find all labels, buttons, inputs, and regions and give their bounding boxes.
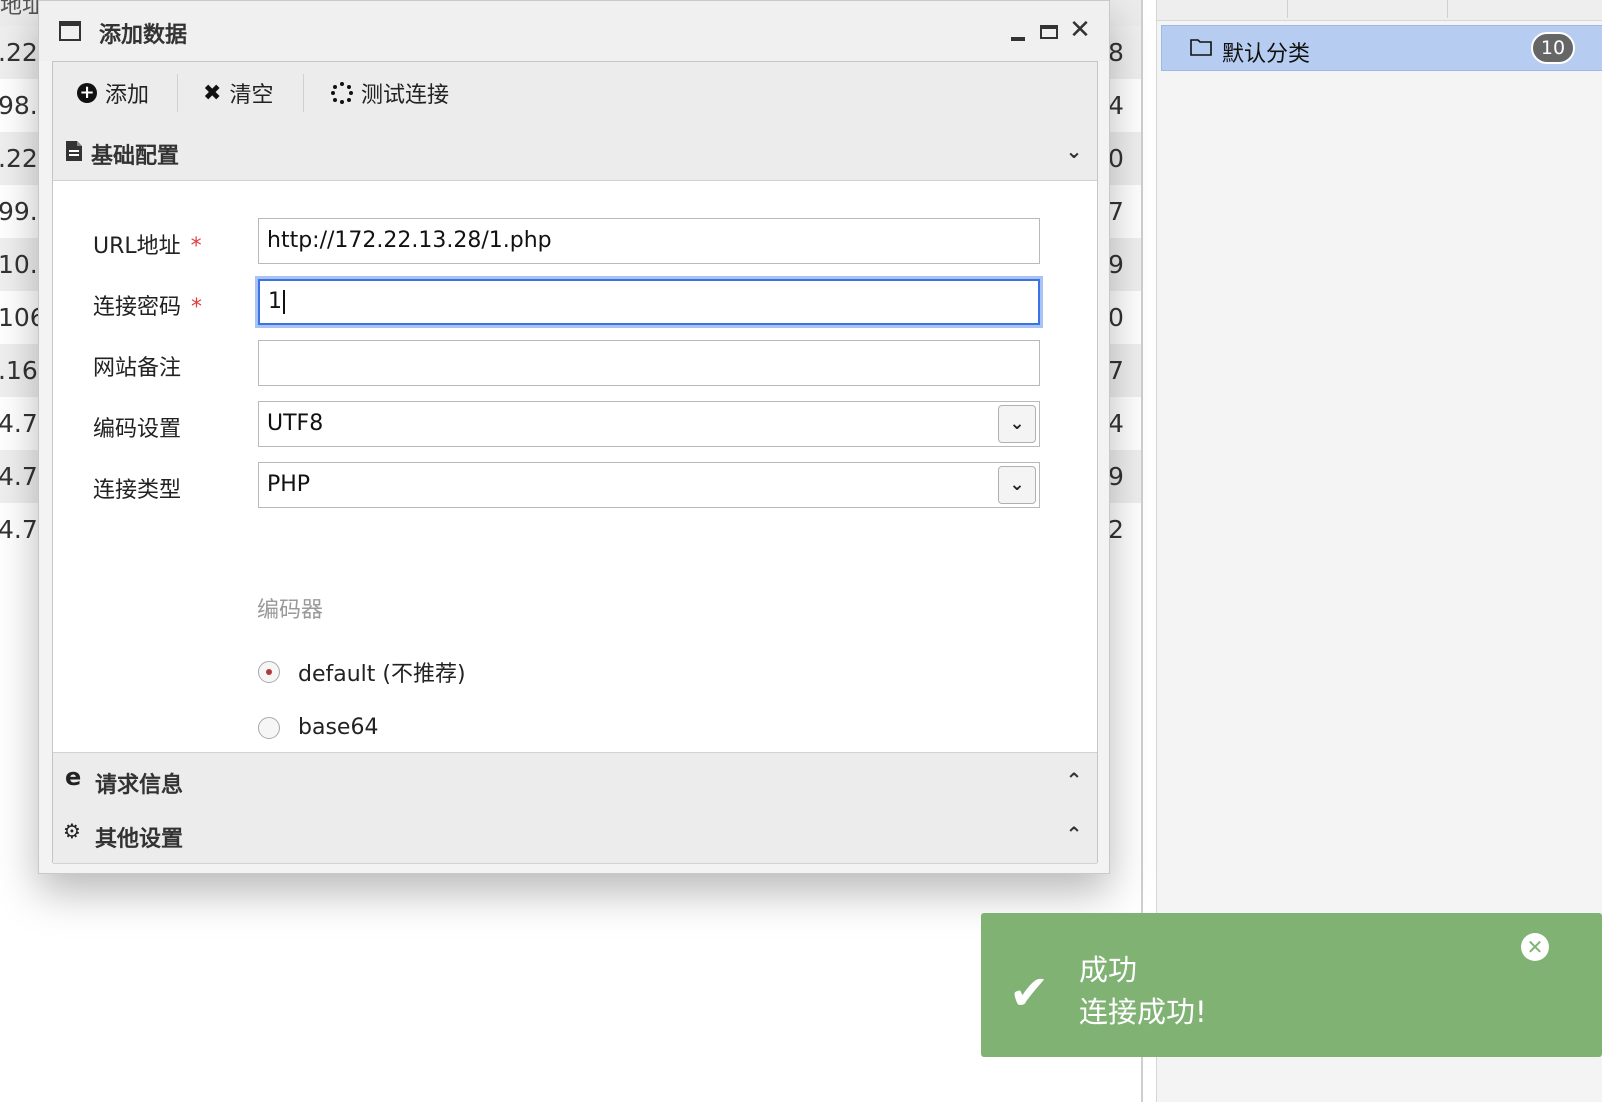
- toolbar-separator: [177, 74, 178, 112]
- password-label-text: 连接密码: [93, 295, 182, 320]
- table-cell: 7: [1108, 197, 1124, 226]
- toast-close-button[interactable]: ✕: [1521, 933, 1549, 961]
- close-icon: ✕: [1526, 935, 1544, 959]
- url-label-text: URL地址: [93, 234, 181, 259]
- file-icon: [66, 141, 82, 161]
- table-cell: 9: [1108, 250, 1124, 279]
- edge-icon: e: [65, 763, 82, 791]
- minimize-icon: [1011, 37, 1025, 41]
- note-input[interactable]: [258, 340, 1040, 386]
- toolbar-separator: [303, 74, 304, 112]
- type-value: PHP: [267, 472, 311, 497]
- close-button[interactable]: ✕: [1067, 15, 1093, 45]
- required-mark: *: [190, 234, 202, 259]
- password-label: 连接密码 *: [93, 289, 202, 321]
- category-item-default[interactable]: 默认分类 10: [1161, 25, 1602, 71]
- folder-icon: [1190, 39, 1212, 56]
- encoder-option-base64[interactable]: base64: [258, 715, 378, 740]
- text-cursor: [283, 290, 285, 314]
- test-connection-button[interactable]: 测试连接: [331, 74, 449, 112]
- url-label: URL地址 *: [93, 228, 202, 260]
- encoding-value: UTF8: [267, 411, 324, 436]
- radio-label: default (不推荐): [298, 662, 466, 687]
- plus-circle-icon: +: [77, 83, 97, 103]
- dialog-content: + 添加 ✖ 清空 测试连接 基础配置 ⌄ URL地址 * http://172…: [52, 61, 1098, 864]
- encoder-option-default[interactable]: default (不推荐): [258, 656, 466, 688]
- add-button-label: 添加: [105, 83, 150, 108]
- table-cell: 0: [1108, 144, 1124, 173]
- clear-button-label: 清空: [229, 83, 274, 108]
- clear-button[interactable]: ✖ 清空: [203, 74, 273, 112]
- add-button[interactable]: + 添加: [77, 74, 149, 112]
- note-label: 网站备注: [93, 356, 182, 381]
- table-cell: 2: [1108, 515, 1124, 544]
- dialog-title-bar[interactable]: 添加数据 ✕: [39, 1, 1109, 61]
- checkmark-icon: ✔: [1009, 965, 1050, 1021]
- toast-message: 连接成功!: [1079, 995, 1207, 1029]
- encoder-label: 编码器: [257, 598, 324, 623]
- maximize-button[interactable]: [1036, 15, 1062, 45]
- chevron-down-icon[interactable]: ⌄: [1063, 141, 1085, 161]
- table-cell: 4: [1108, 409, 1124, 438]
- table-cell: 7: [1108, 356, 1124, 385]
- basic-config-form: URL地址 * http://172.22.13.28/1.php 连接密码 * 1…: [53, 182, 1097, 799]
- header-divider: [1447, 0, 1448, 18]
- table-cell: .16: [0, 356, 38, 385]
- category-count-badge: 10: [1531, 32, 1575, 64]
- password-value: 1: [268, 289, 282, 314]
- table-cell: 4: [1108, 91, 1124, 120]
- close-icon: ✕: [1069, 15, 1091, 45]
- table-cell: 8: [1108, 38, 1124, 67]
- section-basic-config[interactable]: 基础配置 ⌄: [53, 124, 1097, 181]
- password-input[interactable]: 1: [258, 279, 1040, 325]
- add-data-dialog: 添加数据 ✕ + 添加 ✖ 清空 测试连接 基础配置 ⌄ URL地址 * htt…: [38, 0, 1110, 874]
- radio-button[interactable]: [258, 716, 280, 739]
- radio-button[interactable]: [258, 661, 280, 683]
- chevron-up-icon[interactable]: ⌃: [1063, 824, 1085, 844]
- url-input[interactable]: http://172.22.13.28/1.php: [258, 218, 1040, 264]
- chevron-down-icon[interactable]: ⌄: [998, 466, 1036, 504]
- chevron-down-icon[interactable]: ⌄: [998, 405, 1036, 443]
- dialog-toolbar: + 添加 ✖ 清空 测试连接: [53, 62, 1097, 125]
- header-divider: [1287, 0, 1288, 18]
- type-select[interactable]: PHP ⌄: [258, 462, 1040, 508]
- test-connection-label: 测试连接: [361, 83, 450, 108]
- table-cell: .22: [0, 38, 38, 67]
- x-icon: ✖: [203, 80, 222, 106]
- toast-title: 成功: [1079, 953, 1138, 987]
- section-title: 其他设置: [95, 827, 184, 852]
- section-title: 请求信息: [95, 773, 184, 798]
- encoding-label: 编码设置: [93, 417, 182, 442]
- table-cell: 9: [1108, 462, 1124, 491]
- encoding-select[interactable]: UTF8 ⌄: [258, 401, 1040, 447]
- window-icon: [59, 21, 81, 41]
- category-label: 默认分类: [1222, 42, 1311, 67]
- table-cell: 0: [1108, 303, 1124, 332]
- type-label: 连接类型: [93, 478, 182, 503]
- radio-label: base64: [298, 715, 379, 740]
- success-toast: ✔ 成功 连接成功! ✕: [981, 913, 1602, 1057]
- category-panel-header: [1157, 0, 1602, 21]
- table-cell: .22: [0, 144, 38, 173]
- section-other-settings[interactable]: ⚙ 其他设置 ⌃: [53, 807, 1097, 864]
- gears-icon: ⚙: [63, 819, 81, 843]
- chevron-up-icon[interactable]: ⌃: [1063, 770, 1085, 790]
- section-title: 基础配置: [91, 144, 180, 169]
- maximize-icon: [1040, 25, 1058, 39]
- required-mark: *: [191, 295, 203, 320]
- minimize-button[interactable]: [1005, 15, 1031, 45]
- spinner-icon: [331, 82, 353, 104]
- dialog-title: 添加数据: [99, 23, 188, 48]
- section-request-info[interactable]: e 请求信息 ⌃: [53, 752, 1097, 810]
